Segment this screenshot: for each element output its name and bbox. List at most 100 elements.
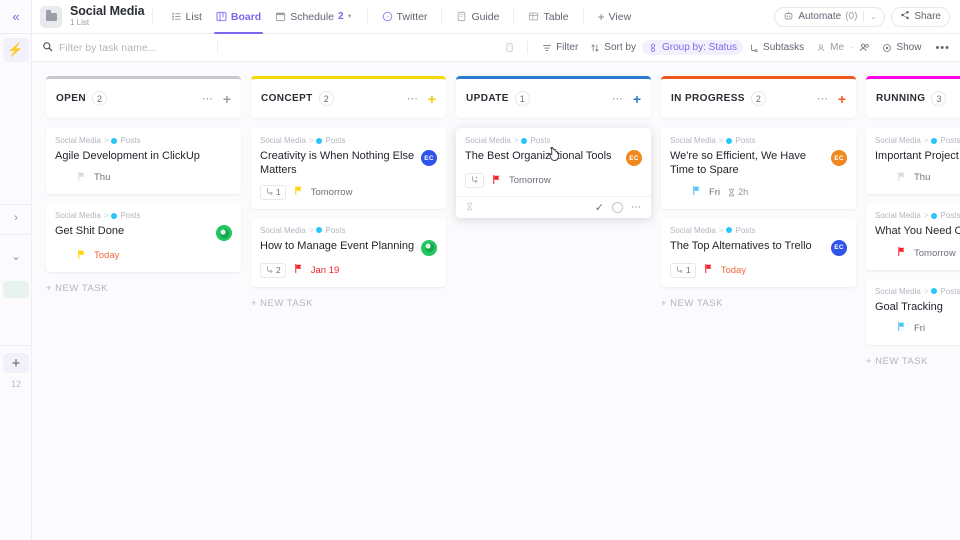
new-task-button[interactable]: + NEW TASK xyxy=(661,298,856,309)
task-card[interactable]: Social Media > Posts Agile Development in C… xyxy=(46,128,241,195)
column-title: RUNNING xyxy=(876,93,926,104)
task-card[interactable]: Social Media > Posts The Best Organizationa… xyxy=(456,128,651,218)
subtask-count-chip[interactable]: 1 xyxy=(260,184,286,200)
priority-flag-icon[interactable] xyxy=(703,263,714,277)
tab-schedule[interactable]: Schedule 2 ▼ xyxy=(268,0,359,34)
duplicate-icon-button[interactable] xyxy=(500,40,519,55)
list-color-dot-icon xyxy=(316,137,323,144)
new-task-button[interactable]: + NEW TASK xyxy=(251,298,446,309)
task-card[interactable]: Social Media > Posts Creativity is When Not… xyxy=(251,128,446,209)
status-circle-icon[interactable] xyxy=(612,202,623,213)
automate-count: (0) xyxy=(845,11,858,22)
tab-list[interactable]: List xyxy=(164,0,209,34)
tab-label: View xyxy=(608,10,632,23)
tab-add-view[interactable]: + View xyxy=(591,0,639,34)
task-card[interactable]: Social Media > Posts We're so Efficient, We… xyxy=(661,128,856,209)
filter-button[interactable]: Filter xyxy=(536,40,584,55)
check-icon[interactable]: ✓ xyxy=(595,201,604,214)
tab-board[interactable]: Board xyxy=(209,0,268,34)
column-more-button[interactable]: ⋯ xyxy=(817,92,829,105)
automate-label: Automate xyxy=(798,11,842,22)
chevron-down-icon[interactable]: ▼ xyxy=(347,14,353,20)
rail-expand-down-icon[interactable]: ⌄ xyxy=(0,250,32,263)
due-date[interactable]: Fri xyxy=(709,187,720,198)
group-by-button[interactable]: Group by: Status xyxy=(641,40,744,55)
sidebar-collapse-button[interactable]: « xyxy=(0,0,31,34)
avatar[interactable]: EC xyxy=(831,150,847,166)
column-add-task-button[interactable]: + xyxy=(633,92,641,106)
toolbar-more-button[interactable]: ••• xyxy=(935,42,950,54)
share-button[interactable]: Share xyxy=(891,6,950,27)
card-breadcrumb: Social Media > Posts xyxy=(670,226,847,235)
more-icon[interactable]: ⋯ xyxy=(631,202,642,213)
subtask-count-chip[interactable]: 2 xyxy=(260,262,286,278)
rail-add-button[interactable]: + xyxy=(3,353,29,373)
breadcrumb-list: Social Media xyxy=(875,286,921,296)
priority-flag-icon[interactable] xyxy=(76,249,87,263)
priority-flag-icon[interactable] xyxy=(691,185,702,199)
column-more-button[interactable]: ⋯ xyxy=(407,92,419,105)
column-more-button[interactable]: ⋯ xyxy=(202,92,214,105)
column-card-list: Social Media>PostsImportant Project Tips… xyxy=(866,128,960,345)
people-icon[interactable] xyxy=(859,42,870,53)
due-date[interactable]: Tomorrow xyxy=(509,175,551,186)
column-add-task-button[interactable]: + xyxy=(838,92,846,106)
due-date[interactable]: Jan 19 xyxy=(311,265,340,276)
show-button[interactable]: Show xyxy=(876,40,927,55)
me-filter-button[interactable]: Me · xyxy=(810,40,876,55)
sort-button[interactable]: Sort by xyxy=(584,40,642,55)
avatar[interactable]: EC xyxy=(421,150,437,166)
due-date[interactable]: Thu xyxy=(914,172,930,183)
due-date[interactable]: Tomorrow xyxy=(311,187,353,198)
chevron-double-left-icon: « xyxy=(12,9,19,24)
rail-active-item-indicator[interactable] xyxy=(3,281,29,298)
card-meta: Fri xyxy=(875,321,960,336)
card-breadcrumb: Social Media > Posts xyxy=(260,136,437,145)
priority-flag-icon[interactable] xyxy=(896,171,907,185)
due-date[interactable]: Fri xyxy=(914,323,925,334)
search-input[interactable] xyxy=(59,41,209,54)
priority-flag-icon[interactable] xyxy=(491,174,502,188)
task-card[interactable]: Social Media > Posts Goal Tracking Fri xyxy=(866,278,960,345)
subtask-count-chip[interactable]: 1 xyxy=(670,262,696,278)
chevron-down-icon[interactable]: ⌄ xyxy=(870,13,876,21)
subtasks-button[interactable]: Subtasks xyxy=(743,40,810,55)
due-date[interactable]: Tomorrow xyxy=(914,248,956,259)
tab-guide[interactable]: Guide xyxy=(449,0,506,34)
avatar[interactable]: EC xyxy=(626,150,642,166)
card-meta: Today xyxy=(55,248,232,263)
priority-flag-icon[interactable] xyxy=(76,171,87,185)
column-add-task-button[interactable]: + xyxy=(223,92,231,106)
task-card[interactable]: Social Media > Posts The Top Alternatives t… xyxy=(661,217,856,287)
hourglass-icon[interactable] xyxy=(465,202,474,214)
column-add-task-button[interactable]: + xyxy=(428,92,436,106)
rail-expand-right-icon[interactable]: › xyxy=(0,212,32,224)
app-header: Social Media 1 List List Board Schedule … xyxy=(32,0,960,34)
task-card[interactable]: Social Media > Posts Get Shit Done Today xyxy=(46,203,241,273)
due-date[interactable]: Thu xyxy=(94,172,110,183)
task-card[interactable]: Social Media> Posts Important Project Tips… xyxy=(866,128,960,195)
automate-button[interactable]: Automate (0) ⌄ xyxy=(774,6,886,27)
tab-table[interactable]: Table xyxy=(521,0,575,34)
priority-flag-icon[interactable] xyxy=(896,246,907,260)
task-card[interactable]: Social Media > Posts How to Manage Event Pl… xyxy=(251,217,446,287)
new-task-button[interactable]: + NEW TASK xyxy=(866,356,960,367)
list-color-dot-icon xyxy=(111,137,118,144)
toolbar-divider-1 xyxy=(217,41,218,54)
priority-flag-icon[interactable] xyxy=(293,185,304,199)
priority-flag-icon[interactable] xyxy=(293,263,304,277)
add-subtask-button[interactable] xyxy=(465,173,484,188)
avatar[interactable] xyxy=(421,239,437,256)
new-task-button[interactable]: + NEW TASK xyxy=(46,283,241,294)
due-date[interactable]: Today xyxy=(94,250,119,261)
tab-twitter[interactable]: Twitter xyxy=(375,0,435,34)
time-estimate[interactable]: 2h xyxy=(727,187,748,197)
priority-flag-icon[interactable] xyxy=(896,321,907,335)
avatar[interactable]: EC xyxy=(831,239,847,256)
due-date[interactable]: Today xyxy=(721,265,746,276)
avatar[interactable] xyxy=(216,225,232,242)
column-more-button[interactable]: ⋯ xyxy=(612,92,624,105)
lightning-bolt-icon[interactable]: ⚡ xyxy=(2,38,29,62)
header-divider-5 xyxy=(582,8,584,25)
task-card[interactable]: Social Media> Posts What You Need OKRs Tomo… xyxy=(866,203,960,270)
